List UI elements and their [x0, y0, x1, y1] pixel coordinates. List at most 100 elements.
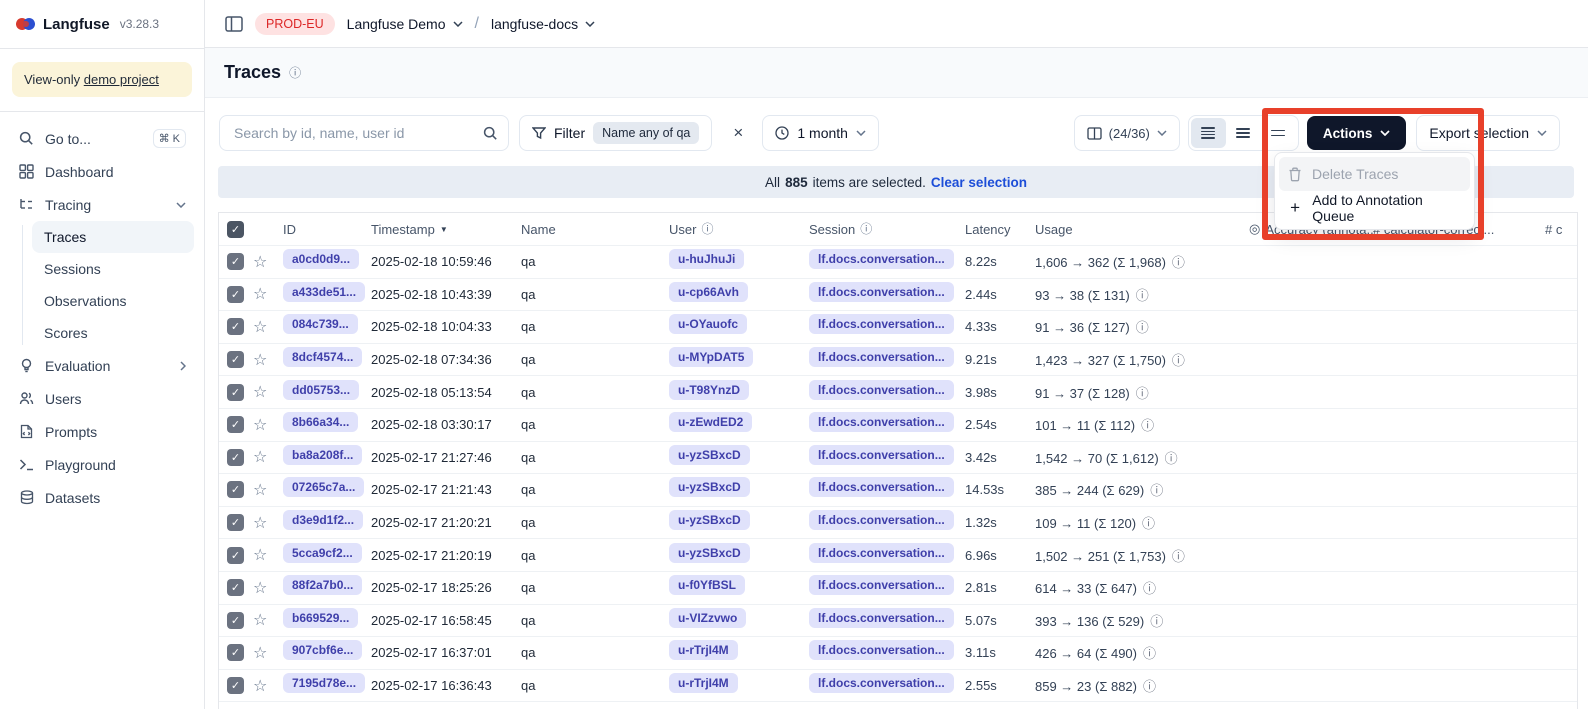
- sidebar-item-playground[interactable]: Playground: [10, 448, 194, 481]
- user-badge[interactable]: u-OYauofc: [669, 314, 747, 334]
- table-row[interactable]: ✓ ☆ d3e9d1f2... 2025-02-17 21:20:21 qa u…: [219, 507, 1577, 540]
- user-badge[interactable]: u-zEwdED2: [669, 412, 752, 432]
- table-row[interactable]: ✓ ☆ ba8a208f... 2025-02-17 21:27:46 qa u…: [219, 442, 1577, 475]
- row-checkbox[interactable]: ✓: [227, 416, 244, 433]
- row-checkbox[interactable]: ✓: [227, 644, 244, 661]
- sidebar-toggle-icon[interactable]: [225, 16, 243, 32]
- actions-button[interactable]: Actions: [1307, 116, 1407, 150]
- column-header-user[interactable]: User ⓘ: [669, 222, 809, 237]
- trace-id-badge[interactable]: dd05753...: [283, 380, 359, 400]
- demo-project-link[interactable]: demo project: [84, 72, 159, 87]
- favorite-star-icon[interactable]: ☆: [253, 286, 267, 303]
- table-row[interactable]: ✓ ☆ 8dcf4574... 2025-02-18 07:34:36 qa u…: [219, 344, 1577, 377]
- favorite-star-icon[interactable]: ☆: [253, 319, 267, 336]
- favorite-star-icon[interactable]: ☆: [253, 384, 267, 401]
- export-selection-button[interactable]: Export selection: [1416, 115, 1560, 151]
- trace-id-badge[interactable]: 5cca9cf2...: [283, 543, 362, 563]
- session-badge[interactable]: lf.docs.conversation...: [809, 347, 954, 367]
- trace-id-badge[interactable]: ba8a208f...: [283, 445, 362, 465]
- timerange-button[interactable]: 1 month: [762, 115, 879, 151]
- user-badge[interactable]: u-yzSBxcD: [669, 510, 750, 530]
- session-badge[interactable]: lf.docs.conversation...: [809, 673, 954, 693]
- row-checkbox[interactable]: ✓: [227, 318, 244, 335]
- clear-selection-link[interactable]: Clear selection: [931, 175, 1027, 190]
- table-row[interactable]: ✓ ☆ dd05753... 2025-02-18 05:13:54 qa u-…: [219, 376, 1577, 409]
- info-icon[interactable]: ⓘ: [1172, 255, 1185, 270]
- info-icon[interactable]: ⓘ: [1165, 451, 1178, 466]
- sidebar-item-observations[interactable]: Observations: [32, 285, 194, 317]
- column-header-session[interactable]: Session ⓘ: [809, 222, 965, 237]
- user-badge[interactable]: u-MYpDAT5: [669, 347, 753, 367]
- user-badge[interactable]: u-rTrjI4M: [669, 640, 738, 660]
- column-header-usage[interactable]: Usage: [1035, 222, 1249, 237]
- row-checkbox[interactable]: ✓: [227, 547, 244, 564]
- info-icon[interactable]: ⓘ: [1141, 418, 1154, 433]
- sidebar-item-scores[interactable]: Scores: [32, 317, 194, 349]
- sidebar-item-datasets[interactable]: Datasets: [10, 481, 194, 514]
- table-row[interactable]: ✓ ☆ 5cca9cf2... 2025-02-17 21:20:19 qa u…: [219, 539, 1577, 572]
- menu-item-delete-traces[interactable]: Delete Traces: [1279, 157, 1470, 191]
- row-height-large-icon[interactable]: [1261, 118, 1296, 148]
- user-badge[interactable]: u-yzSBxcD: [669, 445, 750, 465]
- goto-search[interactable]: Go to... ⌘ K: [10, 122, 194, 155]
- session-badge[interactable]: lf.docs.conversation...: [809, 314, 954, 334]
- trace-id-badge[interactable]: a433de51...: [283, 282, 365, 302]
- session-badge[interactable]: lf.docs.conversation...: [809, 249, 954, 269]
- user-badge[interactable]: u-huJhuJi: [669, 249, 744, 269]
- sidebar-item-prompts[interactable]: Prompts: [10, 415, 194, 448]
- column-visibility-button[interactable]: (24/36): [1074, 115, 1180, 151]
- table-row[interactable]: ✓ ☆ 8b66a34... 2025-02-18 03:30:17 qa u-…: [219, 409, 1577, 442]
- sidebar-item-dashboard[interactable]: Dashboard: [10, 155, 194, 188]
- info-icon[interactable]: ⓘ: [1172, 549, 1185, 564]
- sidebar-item-sessions[interactable]: Sessions: [32, 253, 194, 285]
- project-switcher[interactable]: langfuse-docs: [491, 16, 595, 32]
- trace-id-badge[interactable]: b669529...: [283, 608, 358, 628]
- sidebar-item-tracing[interactable]: Tracing: [10, 188, 194, 221]
- row-checkbox[interactable]: ✓: [227, 384, 244, 401]
- favorite-star-icon[interactable]: ☆: [253, 482, 267, 499]
- row-checkbox[interactable]: ✓: [227, 514, 244, 531]
- favorite-star-icon[interactable]: ☆: [253, 417, 267, 434]
- table-row[interactable]: ✓ ☆ b669529... 2025-02-17 16:58:45 qa u-…: [219, 605, 1577, 638]
- table-row[interactable]: ✓ ☆ 88f2a7b0... 2025-02-17 18:25:26 qa u…: [219, 572, 1577, 605]
- session-badge[interactable]: lf.docs.conversation...: [809, 575, 954, 595]
- clear-filter-icon[interactable]: ×: [726, 121, 750, 145]
- favorite-star-icon[interactable]: ☆: [253, 612, 267, 629]
- info-icon[interactable]: ⓘ: [1142, 516, 1155, 531]
- trace-id-badge[interactable]: 07265c7a...: [283, 477, 364, 497]
- session-badge[interactable]: lf.docs.conversation...: [809, 445, 954, 465]
- search-icon[interactable]: [483, 126, 498, 141]
- column-header-extra[interactable]: # c: [1545, 222, 1578, 237]
- sidebar-item-traces[interactable]: Traces: [32, 221, 194, 253]
- user-badge[interactable]: u-f0YfBSL: [669, 575, 745, 595]
- favorite-star-icon[interactable]: ☆: [253, 254, 267, 271]
- session-badge[interactable]: lf.docs.conversation...: [809, 412, 954, 432]
- info-icon[interactable]: ⓘ: [289, 67, 301, 79]
- table-row[interactable]: ✓ ☆ 084c739... 2025-02-18 10:04:33 qa u-…: [219, 311, 1577, 344]
- trace-id-badge[interactable]: 907cbf6e...: [283, 640, 362, 660]
- column-header-name[interactable]: Name: [521, 222, 669, 237]
- trace-id-badge[interactable]: 084c739...: [283, 314, 358, 334]
- filter-button[interactable]: Filter Name any of qa: [519, 115, 712, 151]
- favorite-star-icon[interactable]: ☆: [253, 449, 267, 466]
- column-header-latency[interactable]: Latency: [965, 222, 1035, 237]
- user-badge[interactable]: u-cp66Avh: [669, 282, 748, 302]
- info-icon[interactable]: ⓘ: [1172, 353, 1185, 368]
- info-icon[interactable]: ⓘ: [1136, 288, 1149, 303]
- session-badge[interactable]: lf.docs.conversation...: [809, 510, 954, 530]
- table-row[interactable]: ✓ ☆ 7195d78e... 2025-02-17 16:36:43 qa u…: [219, 670, 1577, 703]
- row-checkbox[interactable]: ✓: [227, 286, 244, 303]
- favorite-star-icon[interactable]: ☆: [253, 645, 267, 662]
- user-badge[interactable]: u-VIZzvwo: [669, 608, 746, 628]
- info-icon[interactable]: ⓘ: [1150, 483, 1163, 498]
- table-row[interactable]: ✓ ☆ a0cd0d9... 2025-02-18 10:59:46 qa u-…: [219, 246, 1577, 279]
- trace-id-badge[interactable]: a0cd0d9...: [283, 249, 359, 269]
- row-height-medium-icon[interactable]: [1226, 118, 1261, 148]
- row-checkbox[interactable]: ✓: [227, 481, 244, 498]
- session-badge[interactable]: lf.docs.conversation...: [809, 282, 954, 302]
- row-checkbox[interactable]: ✓: [227, 253, 244, 270]
- user-badge[interactable]: u-yzSBxcD: [669, 543, 750, 563]
- trace-id-badge[interactable]: 8dcf4574...: [283, 347, 362, 367]
- session-badge[interactable]: lf.docs.conversation...: [809, 543, 954, 563]
- org-switcher[interactable]: Langfuse Demo: [347, 16, 463, 32]
